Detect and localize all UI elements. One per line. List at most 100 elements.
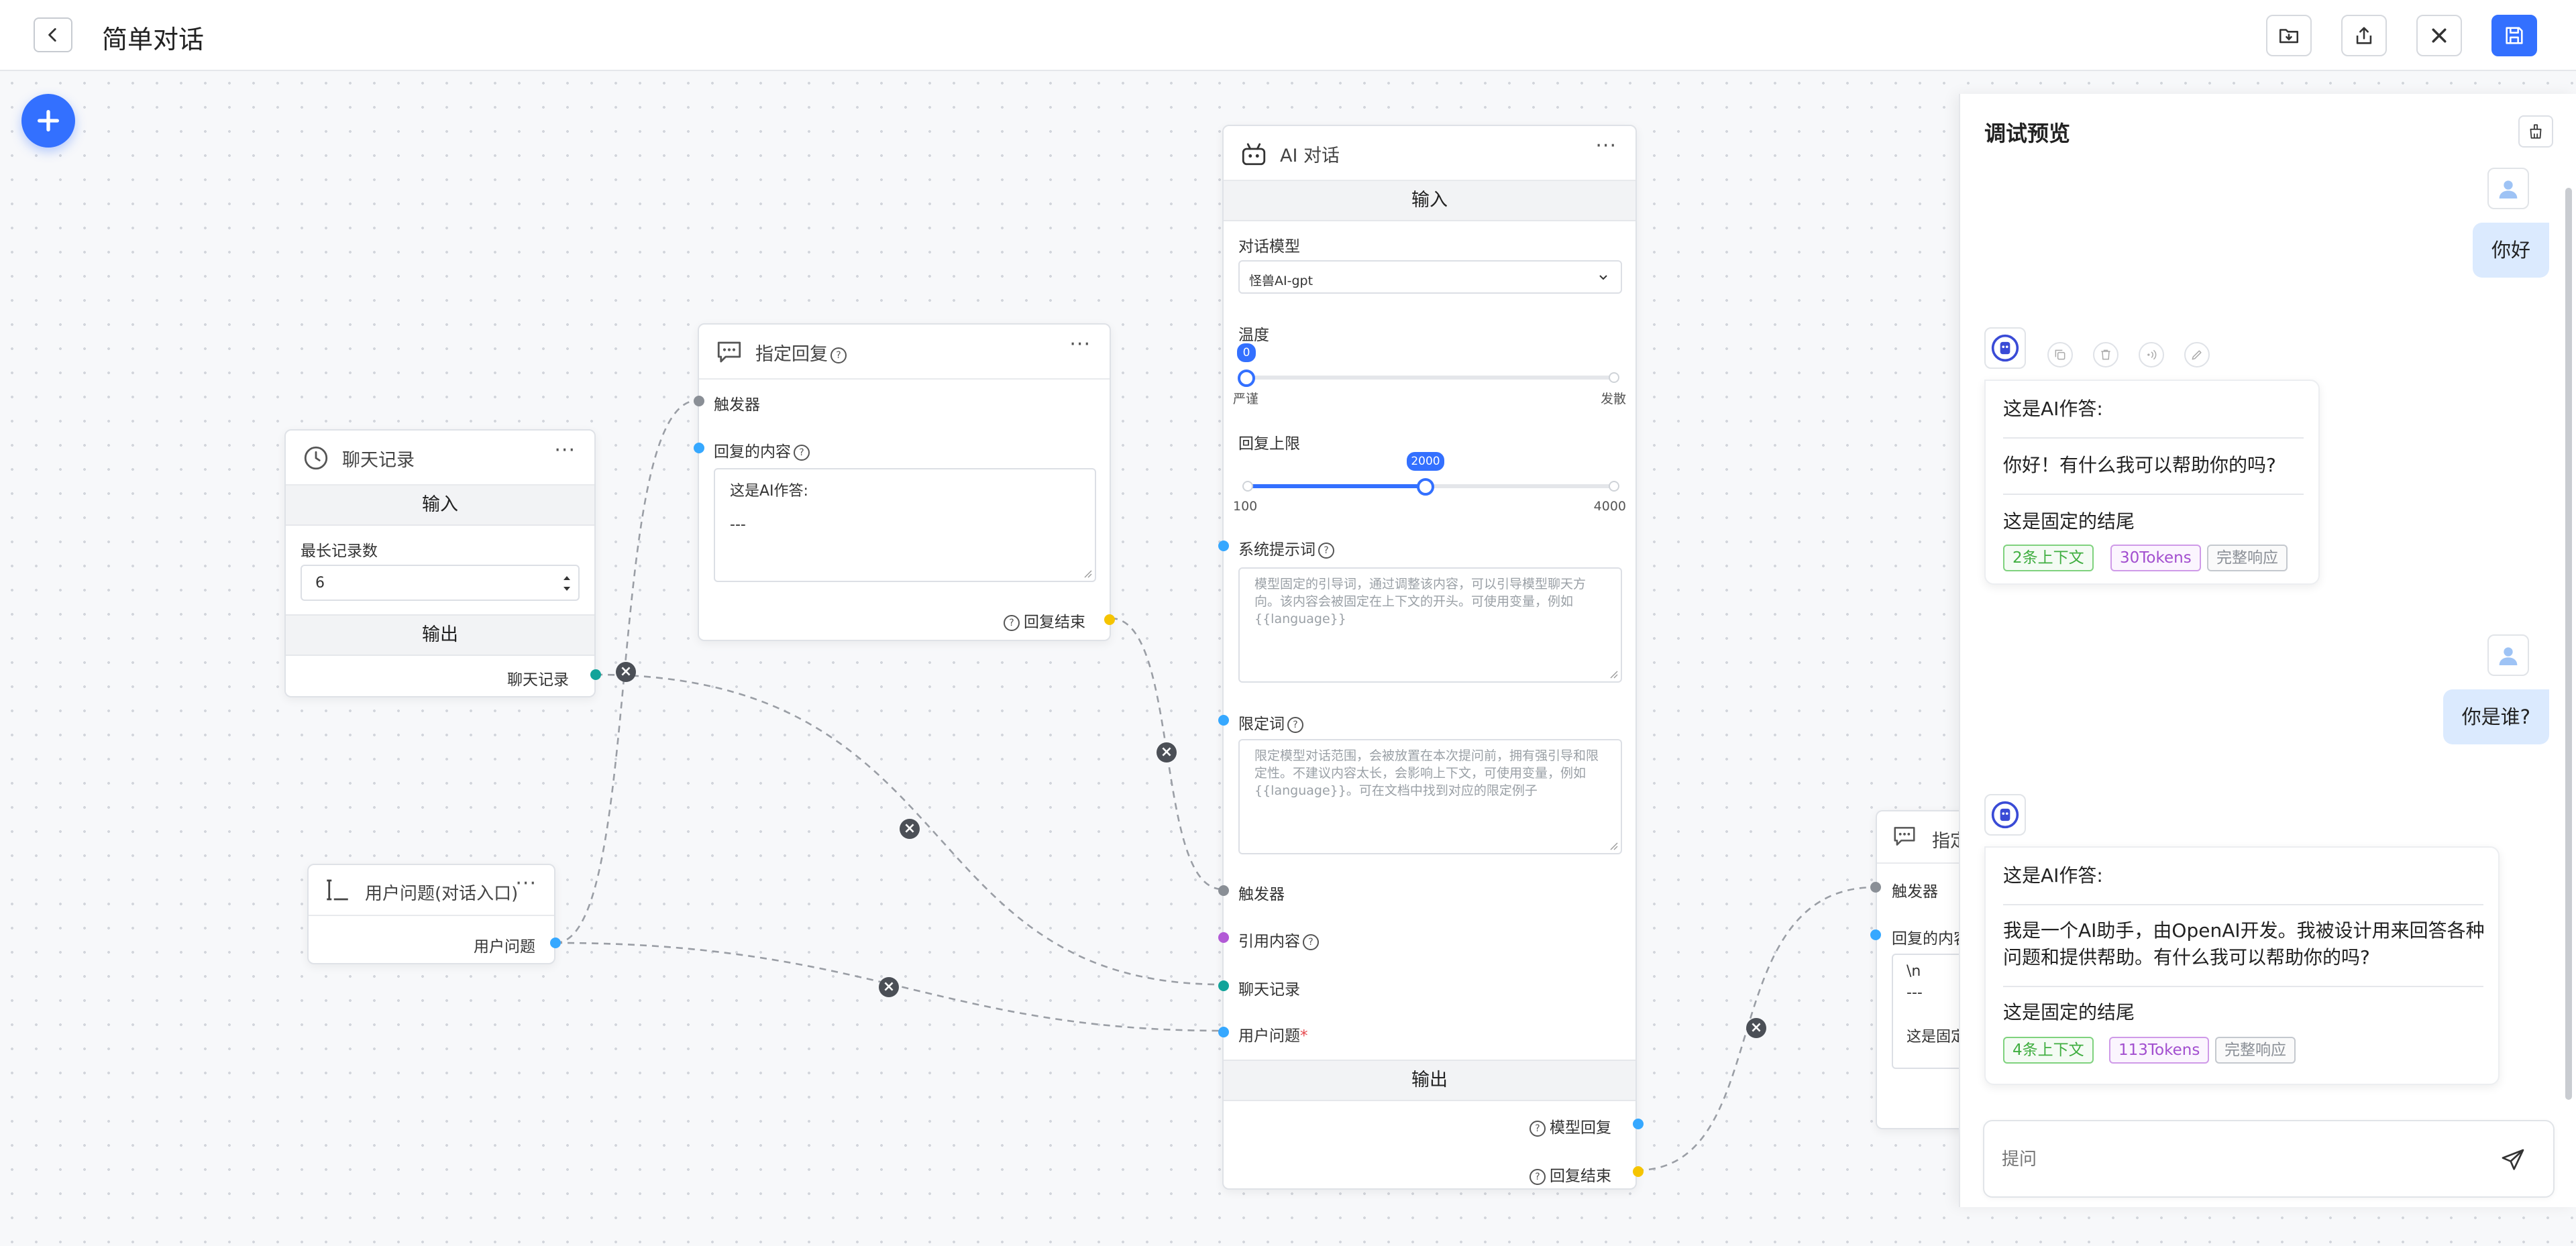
ai-message-footer: 这是固定的结尾 xyxy=(2003,1001,2135,1023)
full-response-tag[interactable]: 完整响应 xyxy=(2207,545,2288,571)
ai-chat-node[interactable]: AI 对话 ··· 输入 对话模型 怪兽AI-gpt 温度 0 严谨 发散 回复… xyxy=(1218,125,1644,1190)
top-bar: 简单对话 xyxy=(0,0,2576,71)
save-button[interactable] xyxy=(2491,15,2537,56)
model-reply-output-handle[interactable] xyxy=(1633,1119,1644,1129)
folder-import-icon xyxy=(2279,29,2299,44)
send-icon[interactable] xyxy=(2500,1147,2526,1174)
help-icon[interactable]: ? xyxy=(1318,542,1334,559)
delete-edge-button[interactable]: × xyxy=(879,977,899,997)
limit-words-textarea[interactable]: 限定模型对话范围，会被放置在本次提问前，拥有强引导和限定性。不建议内容太长，会影… xyxy=(1238,739,1622,854)
input-section-title: 输入 xyxy=(286,486,594,526)
reply-content-textarea[interactable]: 这是AI作答: --- xyxy=(714,468,1096,582)
ai-question-handle[interactable] xyxy=(1218,1027,1229,1037)
delete-edge-button[interactable]: × xyxy=(616,662,636,682)
panel-scrollbar[interactable] xyxy=(2565,188,2572,1100)
close-icon xyxy=(2432,28,2447,43)
node-title: AI 对话 xyxy=(1280,146,1340,166)
speak-button[interactable] xyxy=(2139,342,2164,367)
user-message: 你是谁? xyxy=(2443,689,2549,744)
history-node[interactable]: 聊天记录 ··· 输入 最长记录数 6 输出 聊天记录 xyxy=(284,429,601,697)
help-icon[interactable]: ? xyxy=(1529,1120,1546,1137)
help-icon[interactable]: ? xyxy=(1529,1168,1546,1185)
context-count-tag[interactable]: 4条上下文 xyxy=(2003,1037,2094,1064)
chat-input[interactable] xyxy=(2000,1144,2473,1175)
stepper-arrows-icon[interactable] xyxy=(561,570,573,597)
model-select[interactable]: 怪兽AI-gpt xyxy=(1238,260,1622,294)
robot-icon xyxy=(1242,143,1266,166)
reply-limit-max-label: 4000 xyxy=(1593,499,1626,514)
history-output-handle[interactable] xyxy=(590,669,601,680)
ai-avatar xyxy=(1984,327,2026,369)
reply2-trigger-handle[interactable] xyxy=(1870,882,1881,893)
ai-history-handle[interactable] xyxy=(1218,980,1229,991)
clock-history-icon xyxy=(304,446,328,470)
temperature-slider-thumb[interactable] xyxy=(1238,370,1255,387)
chat-bubble-icon xyxy=(717,341,741,363)
ai-question-label: 用户问题* xyxy=(1238,1027,1308,1045)
delete-message-button[interactable] xyxy=(2093,342,2118,367)
system-prompt-textarea[interactable]: 模型固定的引导词，通过调整该内容，可以引导模型聊天方向。该内容会被固定在上下文的… xyxy=(1238,567,1622,683)
ai-trigger-handle[interactable] xyxy=(1218,885,1229,896)
content-input-handle[interactable] xyxy=(694,443,704,453)
ai-message-body: 问题和提供帮助。有什么我可以帮助你的吗? xyxy=(2003,946,2370,968)
help-icon[interactable]: ? xyxy=(830,347,847,363)
delete-edge-button[interactable]: × xyxy=(900,819,920,839)
more-menu-button[interactable]: ··· xyxy=(1595,134,1617,158)
resize-handle-icon[interactable] xyxy=(1609,841,1618,850)
tokens-tag[interactable]: 113Tokens xyxy=(2109,1037,2210,1064)
slider-end-marker xyxy=(1242,481,1253,492)
reply-limit-slider-thumb[interactable] xyxy=(1416,478,1434,496)
user-question-output-handle[interactable] xyxy=(550,938,561,948)
reply2-content-handle[interactable] xyxy=(1870,929,1881,940)
resize-handle-icon[interactable] xyxy=(1609,669,1618,679)
system-prompt-handle[interactable] xyxy=(1218,541,1229,551)
max-records-stepper[interactable]: 6 xyxy=(301,565,580,601)
temperature-label: 温度 xyxy=(1238,327,1269,344)
trigger-input-handle[interactable] xyxy=(694,396,704,406)
model-select-value: 怪兽AI-gpt xyxy=(1249,274,1313,288)
reply-node[interactable]: 指定回复? ··· 触发器 回复的内容? 这是AI作答: --- ? 回复结束 xyxy=(694,323,1115,641)
ai-end-output-handle[interactable] xyxy=(1633,1166,1644,1177)
context-count-tag[interactable]: 2条上下文 xyxy=(2003,545,2094,571)
clear-chat-button[interactable] xyxy=(2518,115,2553,148)
delete-edge-button[interactable]: × xyxy=(1157,742,1177,762)
tokens-tag[interactable]: 30Tokens xyxy=(2110,545,2201,571)
import-button[interactable] xyxy=(2266,15,2312,56)
debug-preview-panel: 调试预览 你好 这是AI作答: 你好！有什么我可以帮助你的吗? 这是固定的结尾 … xyxy=(1959,94,2576,1207)
divider xyxy=(2003,904,2483,905)
panel-title: 调试预览 xyxy=(1984,121,2071,146)
ai-message: 这是AI作答: 我是一个AI助手，由OpenAI开发。我被设计用来回答各种 问题… xyxy=(1984,846,2500,1085)
chat-input-box[interactable] xyxy=(1983,1120,2555,1198)
ai-message-header: 这是AI作答: xyxy=(2003,398,2103,420)
reply-content-line: 这是AI作答: xyxy=(730,483,808,500)
back-button[interactable] xyxy=(34,17,72,52)
help-icon[interactable]: ? xyxy=(1303,933,1319,950)
add-node-button[interactable] xyxy=(21,94,75,148)
more-menu-button[interactable]: ··· xyxy=(554,439,576,462)
reply-end-output-handle[interactable] xyxy=(1104,614,1115,625)
chevron-left-icon xyxy=(48,27,56,42)
save-icon xyxy=(2506,27,2523,44)
full-response-tag[interactable]: 完整响应 xyxy=(2215,1037,2296,1064)
delete-edge-button[interactable]: × xyxy=(1746,1018,1766,1038)
app-title: 简单对话 xyxy=(102,25,205,54)
quote-content-handle[interactable] xyxy=(1218,932,1229,943)
more-menu-button[interactable]: ··· xyxy=(515,872,537,895)
edit-message-button[interactable] xyxy=(2184,342,2210,367)
export-button[interactable] xyxy=(2341,15,2387,56)
slider-end-marker xyxy=(1609,481,1619,492)
temperature-slider[interactable] xyxy=(1246,376,1614,380)
resize-handle-icon[interactable] xyxy=(1083,569,1092,578)
limit-words-handle[interactable] xyxy=(1218,715,1229,726)
copy-button[interactable] xyxy=(2047,342,2073,367)
trash-icon xyxy=(2101,349,2110,360)
plus-icon xyxy=(38,110,60,131)
help-icon[interactable]: ? xyxy=(1004,614,1020,631)
divider xyxy=(2003,494,2304,495)
user-question-node[interactable]: 用户问题(对话入口) ··· 用户问题 xyxy=(307,864,561,964)
input-section-title: 输入 xyxy=(1224,181,1635,221)
help-icon[interactable]: ? xyxy=(1287,716,1303,733)
close-button[interactable] xyxy=(2416,15,2462,56)
help-icon[interactable]: ? xyxy=(794,444,810,461)
more-menu-button[interactable]: ··· xyxy=(1069,333,1091,356)
